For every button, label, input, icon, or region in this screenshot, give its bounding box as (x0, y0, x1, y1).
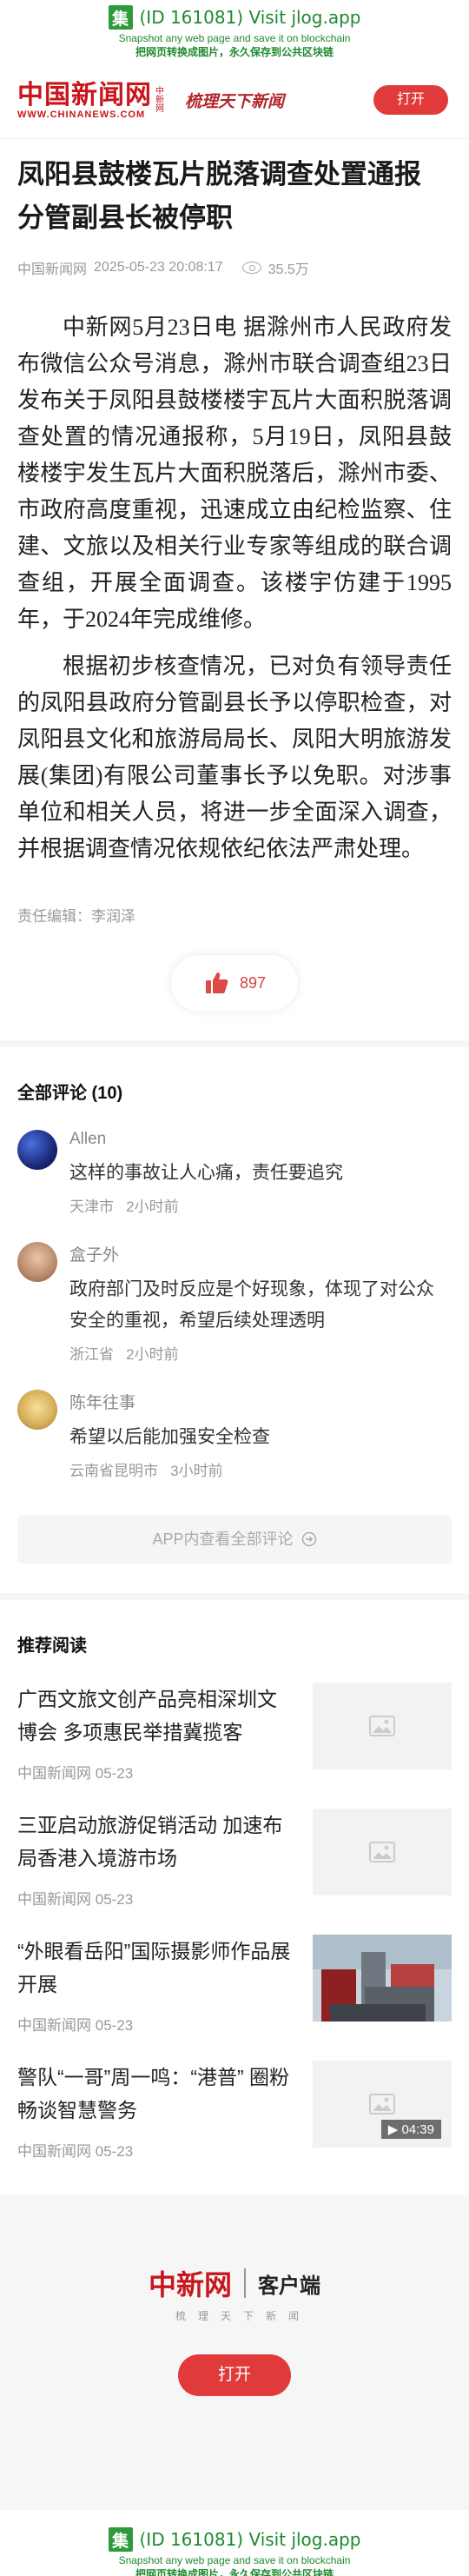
recommend-thumbnail[interactable] (313, 1809, 452, 1895)
recommend-heading: 推荐阅读 (17, 1637, 87, 1656)
avatar[interactable] (17, 1242, 57, 1282)
jlog-title[interactable]: (ID 161081) Visit jlog.app (140, 2529, 361, 2550)
comment-meta: 浙江省 2小时前 (69, 1342, 452, 1364)
recommend-date: 05-23 (95, 1891, 134, 1908)
logo-url: WWW.CHINANEWS.COM (17, 109, 146, 120)
header-slogan: 梳理天下新闻 (185, 92, 285, 111)
jlog-subtitle-cn: 把网页转换成图片，永久保存到公共区块链 (135, 2568, 334, 2576)
avatar[interactable] (17, 1390, 57, 1430)
open-app-button-bottom[interactable]: 打开 (178, 2354, 291, 2396)
section-divider (0, 1593, 469, 1600)
recommend-title: “外眼看岳阳”国际摄影师作品展开展 (17, 1940, 291, 1995)
image-placeholder-icon (369, 1842, 395, 1862)
image-placeholder-icon (369, 2094, 395, 2115)
article-meta: 中国新闻网 2025-05-23 20:08:17 35.5万 (17, 257, 452, 278)
comment-text: 希望以后能加强安全检查 (69, 1427, 270, 1447)
video-duration: ▶ 04:39 (380, 2120, 441, 2139)
comment-text: 政府部门及时反应是个好现象，体现了对公众安全的重视，希望后续处理透明 (69, 1279, 434, 1331)
article: 凤阳县鼓楼瓦片脱落调查处置通报 分管副县长被停职 中国新闻网 2025-05-2… (0, 153, 469, 1011)
comment-item: Allen 这样的事故让人心痛，责任要追究 天津市 2小时前 (17, 1130, 452, 1216)
comments-heading: 全部评论 (10) (17, 1084, 123, 1103)
comment-user: Allen (69, 1130, 107, 1148)
logo-side-text: 中新网 (155, 86, 164, 114)
recommend-source: 中国新闻网 (17, 1765, 91, 1782)
comment-list: Allen 这样的事故让人心痛，责任要追究 天津市 2小时前 盒子外 政府部门及… (0, 1130, 469, 1480)
play-icon: ▶ (387, 2122, 399, 2137)
section-divider (0, 1040, 469, 1047)
comment-time: 3小时前 (170, 1463, 223, 1479)
comment-location: 天津市 (69, 1198, 114, 1215)
article-title: 凤阳县鼓楼瓦片脱落调查处置通报 分管副县长被停职 (17, 159, 421, 233)
jlog-badge-icon: 集 (108, 5, 133, 30)
image-placeholder-icon (369, 1716, 395, 1736)
comment-user: 盒子外 (69, 1246, 120, 1265)
avatar[interactable] (17, 1130, 57, 1170)
recommend-source: 中国新闻网 (17, 1891, 91, 1908)
recommend-meta: 中国新闻网 05-23 (17, 2013, 292, 2035)
video-duration-text: 04:39 (401, 2122, 434, 2137)
comment-item: 盒子外 政府部门及时反应是个好现象，体现了对公众安全的重视，希望后续处理透明 浙… (17, 1242, 452, 1364)
recommend-source: 中国新闻网 (17, 2143, 91, 2160)
view-all-comments-label: APP内查看全部评论 (152, 1530, 294, 1548)
recommend-list: 广西文旅文创产品亮相深圳文博会 多项惠民举措冀揽客 中国新闻网 05-23 三亚… (0, 1683, 469, 2161)
footer-logo: 中新网 客户端 (149, 2263, 320, 2303)
article-views: 35.5万 (268, 262, 309, 277)
footer-client-label: 客户端 (258, 2274, 320, 2298)
recommend-title: 三亚启动旅游促销活动 加速布局香港入境游市场 (17, 1814, 283, 1869)
comment-meta: 天津市 2小时前 (69, 1194, 452, 1216)
comment-item: 陈年往事 希望以后能加强安全检查 云南省昆明市 3小时前 (17, 1390, 452, 1480)
recommend-source: 中国新闻网 (17, 2017, 91, 2034)
recommend-date: 05-23 (95, 1765, 134, 1782)
jlog-subtitle-en: Snapshot any web page and save it on blo… (118, 2554, 351, 2566)
recommend-meta: 中国新闻网 05-23 (17, 2139, 292, 2161)
comment-location: 浙江省 (69, 1346, 114, 1363)
like-count: 897 (239, 973, 267, 992)
footer-tagline: 梳理天下新闻 (175, 2310, 311, 2322)
article-paragraph: 中新网5月23日电 据滁州市人民政府发布微信公众号消息，滁州市联合调查组23日发… (17, 315, 452, 632)
recommend-item[interactable]: 警队“一哥”周一鸣：“港普” 圈粉 畅谈智慧警务 中国新闻网 05-23 ▶ 0… (17, 2061, 452, 2161)
recommend-meta: 中国新闻网 05-23 (17, 1887, 292, 1909)
recommend-item[interactable]: 三亚启动旅游促销活动 加速布局香港入境游市场 中国新闻网 05-23 (17, 1809, 452, 1909)
app-footer: 中新网 客户端 梳理天下新闻 打开 (0, 2195, 469, 2510)
comment-user: 陈年往事 (69, 1394, 136, 1412)
footer-brand: 中新网 (148, 2268, 232, 2301)
jlog-subtitle-en: Snapshot any web page and save it on blo… (118, 32, 351, 44)
comment-time: 2小时前 (126, 1198, 179, 1215)
open-app-button[interactable]: 打开 (373, 85, 448, 115)
arrow-right-circle-icon (301, 1531, 316, 1547)
recommend-thumbnail[interactable] (313, 1683, 452, 1769)
recommend-date: 05-23 (95, 2017, 134, 2034)
comment-location: 云南省昆明市 (69, 1463, 158, 1479)
site-logo[interactable]: 中国新闻网 WWW.CHINANEWS.COM (17, 79, 152, 120)
jlog-badge-icon: 集 (108, 2527, 133, 2552)
jlog-banner-bottom: 集 (ID 161081) Visit jlog.app Snapshot an… (0, 2522, 469, 2576)
recommend-date: 05-23 (95, 2143, 134, 2160)
article-datetime: 2025-05-23 20:08:17 (94, 260, 223, 275)
jlog-title[interactable]: (ID 161081) Visit jlog.app (140, 7, 361, 28)
comment-time: 2小时前 (126, 1346, 179, 1363)
recommend-video-thumbnail[interactable]: ▶ 04:39 (313, 2061, 452, 2148)
comment-text: 这样的事故让人心痛，责任要追究 (69, 1163, 343, 1183)
like-button[interactable]: 897 (171, 955, 298, 1011)
recommend-meta: 中国新闻网 05-23 (17, 1761, 292, 1783)
comment-meta: 云南省昆明市 3小时前 (69, 1458, 452, 1480)
thumbs-up-icon (205, 973, 228, 993)
article-paragraph: 根据初步核查情况，已对负有领导责任的凤阳县政府分管副县长予以停职检查，对凤阳县文… (17, 654, 452, 861)
logo-text: 中国新闻网 (17, 79, 152, 110)
site-header: 中国新闻网 WWW.CHINANEWS.COM 中新网 梳理天下新闻 打开 (0, 63, 469, 139)
gallery-photo-image (313, 1935, 452, 2022)
recommend-thumbnail[interactable] (313, 1935, 452, 2022)
footer-logo-separator (244, 2268, 246, 2298)
recommend-title: 警队“一哥”周一鸣：“港普” 圈粉 畅谈智慧警务 (17, 2066, 290, 2121)
recommend-item[interactable]: “外眼看岳阳”国际摄影师作品展开展 中国新闻网 05-23 (17, 1935, 452, 2035)
jlog-subtitle-cn: 把网页转换成图片，永久保存到公共区块链 (135, 46, 334, 58)
article-body: 中新网5月23日电 据滁州市人民政府发布微信公众号消息，滁州市联合调查组23日发… (17, 309, 452, 867)
jlog-banner: 集 (ID 161081) Visit jlog.app Snapshot an… (0, 0, 469, 63)
recommend-title: 广西文旅文创产品亮相深圳文博会 多项惠民举措冀揽客 (17, 1688, 277, 1743)
recommend-item[interactable]: 广西文旅文创产品亮相深圳文博会 多项惠民举措冀揽客 中国新闻网 05-23 (17, 1683, 452, 1783)
article-editor: 责任编辑：李润泽 (17, 908, 135, 925)
article-source: 中国新闻网 (17, 262, 88, 277)
eye-icon (241, 262, 261, 274)
view-all-comments-button[interactable]: APP内查看全部评论 (17, 1515, 452, 1564)
